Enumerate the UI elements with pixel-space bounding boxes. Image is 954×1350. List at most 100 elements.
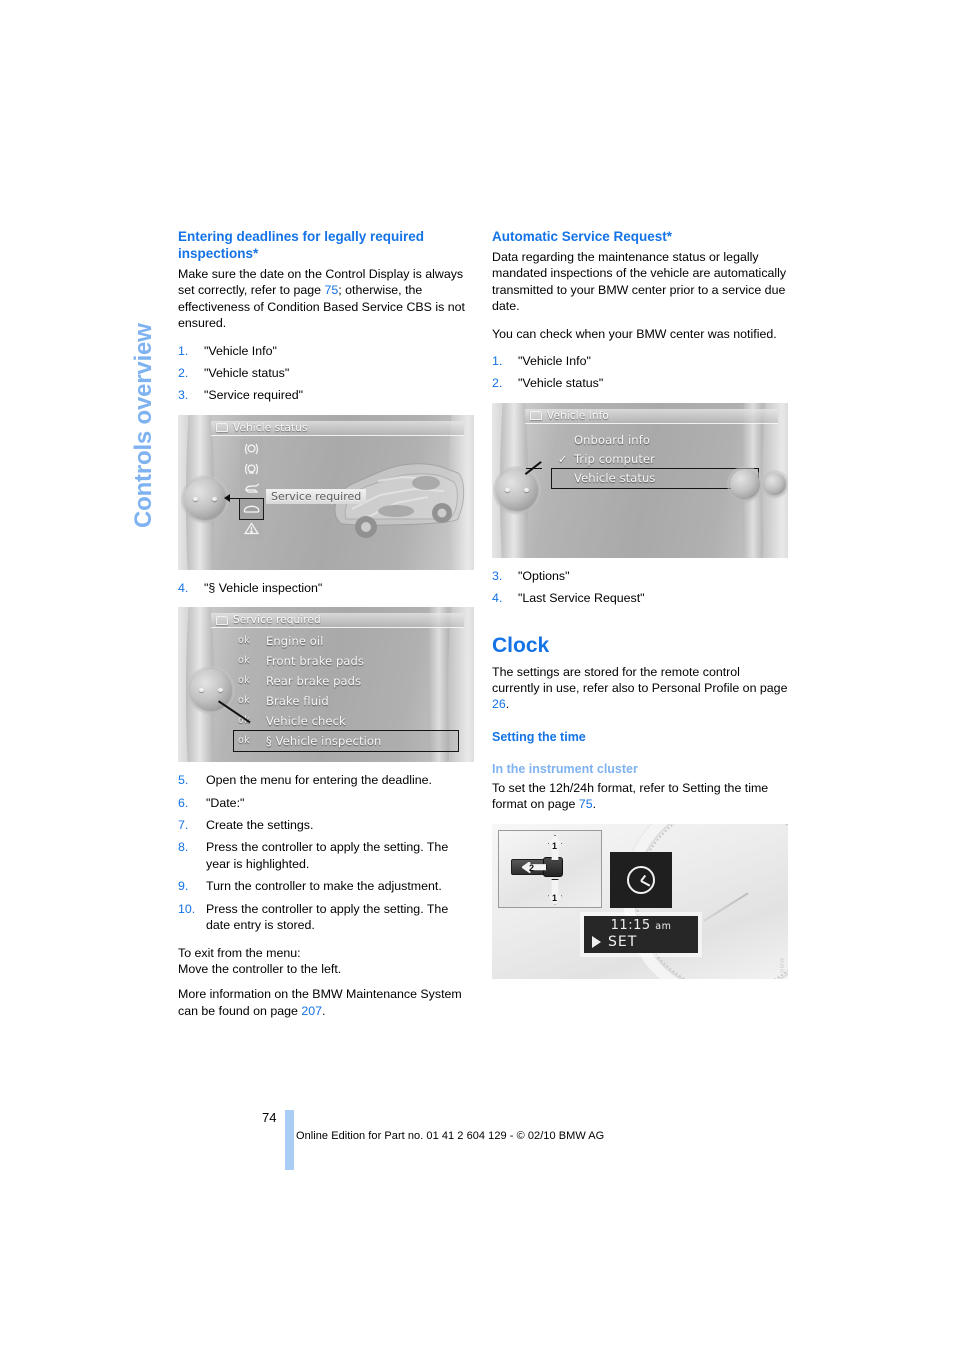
list-item[interactable]: ok Brake fluid	[234, 691, 458, 711]
knob-dot-left	[199, 688, 204, 693]
list-item[interactable]: ok Engine oil	[234, 631, 458, 651]
list-item-selected[interactable]: ok § Vehicle inspection	[233, 730, 459, 753]
step-text: Press the controller to apply the settin…	[206, 840, 449, 871]
clock-icon	[627, 865, 655, 894]
step-number: 9.	[178, 879, 189, 894]
step-text: "Service required"	[204, 388, 304, 403]
page-reference-207[interactable]: 207	[301, 1004, 322, 1018]
engine-oil-icon[interactable]	[240, 479, 263, 499]
step-text: "Vehicle Info"	[518, 354, 591, 369]
list-item[interactable]: ok Rear brake pads	[234, 671, 458, 691]
step-text: Open the menu for entering the deadline.	[206, 773, 432, 788]
paragraph-exit-menu: To exit from the menu: Move the controlle…	[178, 945, 474, 978]
step-number: 1.	[178, 343, 189, 358]
paragraph-more-information: More information on the BMW Maintenance …	[178, 986, 474, 1019]
list-item-label: Rear brake pads	[266, 674, 362, 689]
list-item: 9. Turn the controller to make the adjust…	[178, 878, 474, 894]
time-set-panel: 11:15 am SET	[584, 915, 698, 953]
warning-triangle-icon[interactable]	[240, 519, 263, 539]
cbs-icon-column	[239, 438, 264, 539]
list-item-selected[interactable]: Vehicle status	[551, 467, 759, 489]
current-time-readout: 11:15 am	[584, 918, 698, 933]
right-column: Automatic Service Request* Data regardin…	[492, 228, 788, 989]
list-item-label: Front brake pads	[266, 654, 365, 669]
step-number: 1.	[492, 354, 503, 369]
figure-vehicle-status-screen: Vehicle status Service required	[178, 414, 474, 570]
highlighted-menu-item-service-required[interactable]: Service required	[266, 488, 367, 504]
list-item: 2. "Vehicle status"	[178, 365, 474, 381]
play-triangle-icon	[592, 935, 601, 948]
step-text: "Vehicle Info"	[204, 343, 277, 358]
rear-brake-pads-icon[interactable]	[240, 459, 263, 479]
knob-dot-right	[524, 487, 529, 492]
info-display-icon	[530, 411, 542, 421]
time-value: 11:15	[610, 917, 651, 933]
manual-page: Controls overview Entering deadlines for…	[0, 0, 954, 1350]
vehicle-info-menu: Onboard info ✓ Trip computer Vehicle sta…	[551, 431, 759, 489]
controller-knob-tertiary[interactable]	[764, 472, 786, 495]
step-number: 10.	[178, 901, 196, 916]
controller-knob[interactable]	[496, 468, 538, 511]
list-item: 4. "§ Vehicle inspection"	[178, 580, 474, 596]
controller-knob-secondary[interactable]	[730, 468, 760, 499]
steps-list-vehicle-info: 1. "Vehicle Info" 2. "Vehicle status" 3. "S…	[178, 343, 474, 404]
status-badge: ok	[238, 675, 251, 687]
step-text: "Date:"	[206, 795, 245, 810]
heading-setting-the-time: Setting the time	[492, 729, 586, 744]
status-badge: ok	[238, 695, 251, 707]
clock-display-panel	[610, 851, 672, 908]
knob-dot-right	[212, 496, 217, 501]
running-side-title: Controls overview	[130, 323, 157, 528]
list-item: 3. "Options"	[492, 568, 788, 584]
page-reference-75-format[interactable]: 75	[579, 797, 593, 811]
list-item: 3. "Service required"	[178, 387, 474, 403]
set-row[interactable]: SET	[584, 934, 698, 950]
exit-note-line1: To exit from the menu:	[178, 945, 301, 960]
footer-accent-bar	[285, 1110, 294, 1170]
steps-list-date-entry: 5. Open the menu for entering the deadlin…	[178, 772, 474, 933]
list-item: 2. "Vehicle status"	[492, 375, 788, 391]
paragraph-clock-settings: The settings are stored for the remote c…	[492, 664, 788, 713]
list-item-label: Vehicle check	[266, 714, 346, 729]
step-text: "Vehicle status"	[518, 376, 604, 391]
heading-automatic-service-request: Automatic Service Request*	[492, 229, 673, 244]
page-reference-26[interactable]: 26	[492, 697, 506, 711]
step-number: 8.	[178, 840, 189, 855]
step-number: 3.	[492, 568, 503, 583]
knob-dot-left	[505, 487, 510, 492]
vehicle-inspection-icon[interactable]	[239, 497, 264, 520]
vehicle-icon	[216, 423, 228, 433]
instrument-text-part1: To set the 12h/24h format, refer to Sett…	[492, 780, 769, 812]
set-label: SET	[608, 933, 638, 950]
left-column: Entering deadlines for legally required …	[178, 228, 474, 1019]
step-text: Press the controller to apply the settin…	[206, 901, 449, 933]
list-item-label: Trip computer	[574, 452, 655, 467]
more-info-part2: .	[322, 1003, 326, 1018]
step-number: 7.	[178, 818, 189, 833]
list-item[interactable]: ok Vehicle check	[234, 711, 458, 731]
paragraph-service-data: Data regarding the maintenance status or…	[492, 250, 787, 314]
step-text: "Options"	[518, 568, 570, 583]
step-number: 3.	[178, 388, 189, 403]
step-number: 2.	[492, 376, 503, 391]
heading-clock: Clock	[492, 633, 550, 657]
step-text: "Last Service Request"	[518, 591, 645, 606]
list-item[interactable]: Onboard info	[552, 431, 758, 450]
list-item[interactable]: ok Front brake pads	[234, 651, 458, 671]
step-text: "Vehicle status"	[204, 366, 290, 381]
figure-vehicle-info-screen: Vehicle Info Onboard info ✓ Trip compute…	[492, 402, 788, 558]
list-item[interactable]: ✓ Trip computer	[552, 450, 758, 469]
service-required-menu: ok Engine oil ok Front brake pads ok Rea…	[233, 631, 459, 753]
screen-title: Service required	[233, 614, 321, 627]
list-item-label: § Vehicle inspection	[266, 734, 382, 749]
step-number: 4.	[492, 591, 503, 606]
page-reference-75[interactable]: 75	[324, 283, 338, 297]
clock-minute-hand	[640, 879, 651, 887]
time-meridiem: am	[655, 920, 672, 932]
paragraph-control-display-date: Make sure the date on the Control Displa…	[178, 266, 474, 332]
screen-titlebar: Vehicle Info	[525, 408, 778, 424]
list-item: 5. Open the menu for entering the deadlin…	[178, 772, 474, 788]
callout-line	[526, 467, 542, 470]
front-brake-pads-icon[interactable]	[240, 439, 263, 459]
controller-knob[interactable]	[184, 477, 226, 520]
